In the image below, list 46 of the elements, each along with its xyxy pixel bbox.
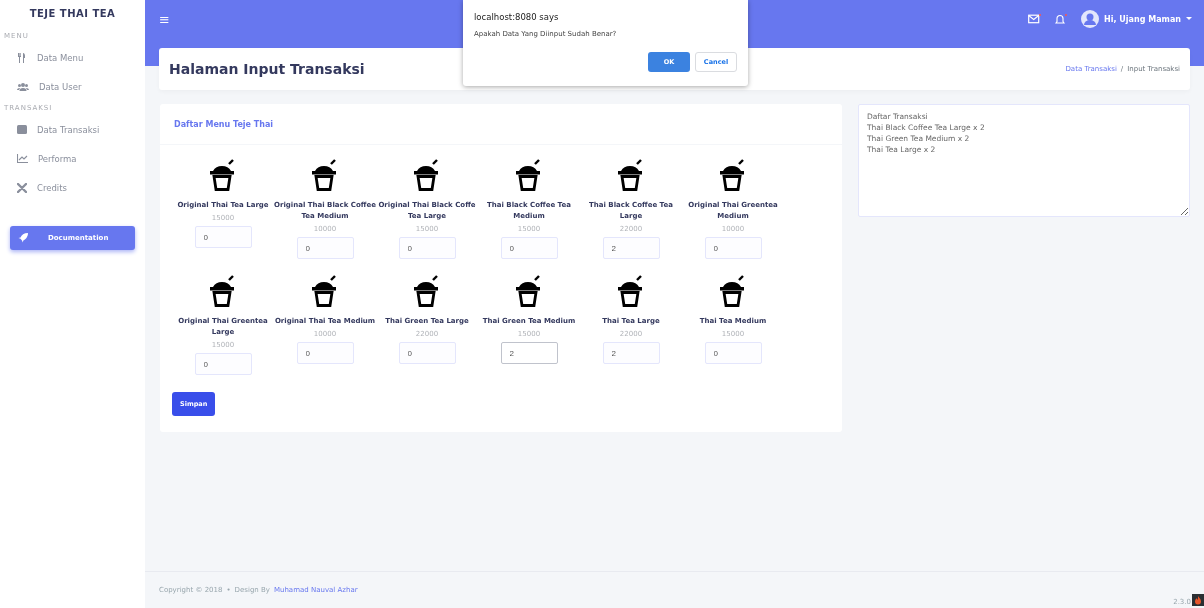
card-title: Daftar Menu Teje Thai xyxy=(174,119,274,129)
cup-icon xyxy=(516,159,542,191)
cup-icon xyxy=(414,159,440,191)
quantity-field[interactable]: 0 xyxy=(398,237,456,259)
quantity-field[interactable]: 0 xyxy=(194,226,252,248)
dialog-title: localhost:8080 says xyxy=(474,12,560,22)
quantity-field[interactable]: 0 xyxy=(500,237,558,259)
quantity-field[interactable]: 0 xyxy=(398,342,456,364)
cup-icon xyxy=(618,275,644,307)
sidebar-item[interactable]: Credits xyxy=(0,173,145,202)
quantity-field[interactable]: 0 xyxy=(704,237,762,259)
sidebar-item[interactable]: Data Transaksi xyxy=(0,115,145,144)
user-menu[interactable]: Hi, Ujang Maman xyxy=(1081,10,1192,28)
rocket-icon xyxy=(18,233,28,243)
cup-icon xyxy=(210,275,236,307)
cup-icon xyxy=(210,159,236,191)
quantity-field[interactable]: 0 xyxy=(194,353,252,375)
page-title: Halaman Input Transaksi xyxy=(169,61,365,77)
quantity-field[interactable]: 2 xyxy=(602,237,660,259)
users-icon xyxy=(17,81,29,92)
sidebar-item[interactable]: Data Menu xyxy=(0,43,145,72)
cup-icon xyxy=(312,159,338,191)
brand-title[interactable]: TEJE THAI TEA xyxy=(0,0,145,29)
chart-icon xyxy=(17,154,28,163)
quantity-field[interactable]: 0 xyxy=(296,342,354,364)
quantity-field[interactable]: 2 xyxy=(602,342,660,364)
quantity-field[interactable]: 2 xyxy=(500,342,558,364)
cup-icon xyxy=(516,275,542,307)
mail-icon[interactable] xyxy=(1028,14,1042,24)
cup-icon xyxy=(720,159,746,191)
cup-icon xyxy=(414,275,440,307)
quantity-field[interactable]: 0 xyxy=(296,237,354,259)
menu-toggle[interactable]: ≡ xyxy=(159,11,170,27)
cup-icon xyxy=(618,159,644,191)
cutlery-icon xyxy=(17,52,27,63)
bell-icon[interactable] xyxy=(1055,13,1068,25)
flame-icon xyxy=(1192,594,1204,606)
quantity-field[interactable]: 0 xyxy=(704,342,762,364)
avatar-icon xyxy=(1081,10,1100,28)
sidebar-item[interactable]: Performa xyxy=(0,144,145,173)
tools-icon xyxy=(17,182,27,193)
wallet-icon xyxy=(17,125,27,134)
cup-icon xyxy=(312,275,338,307)
sidebar-item[interactable]: Data User xyxy=(0,72,145,101)
caret-icon xyxy=(1186,17,1192,21)
cup-icon xyxy=(720,275,746,307)
